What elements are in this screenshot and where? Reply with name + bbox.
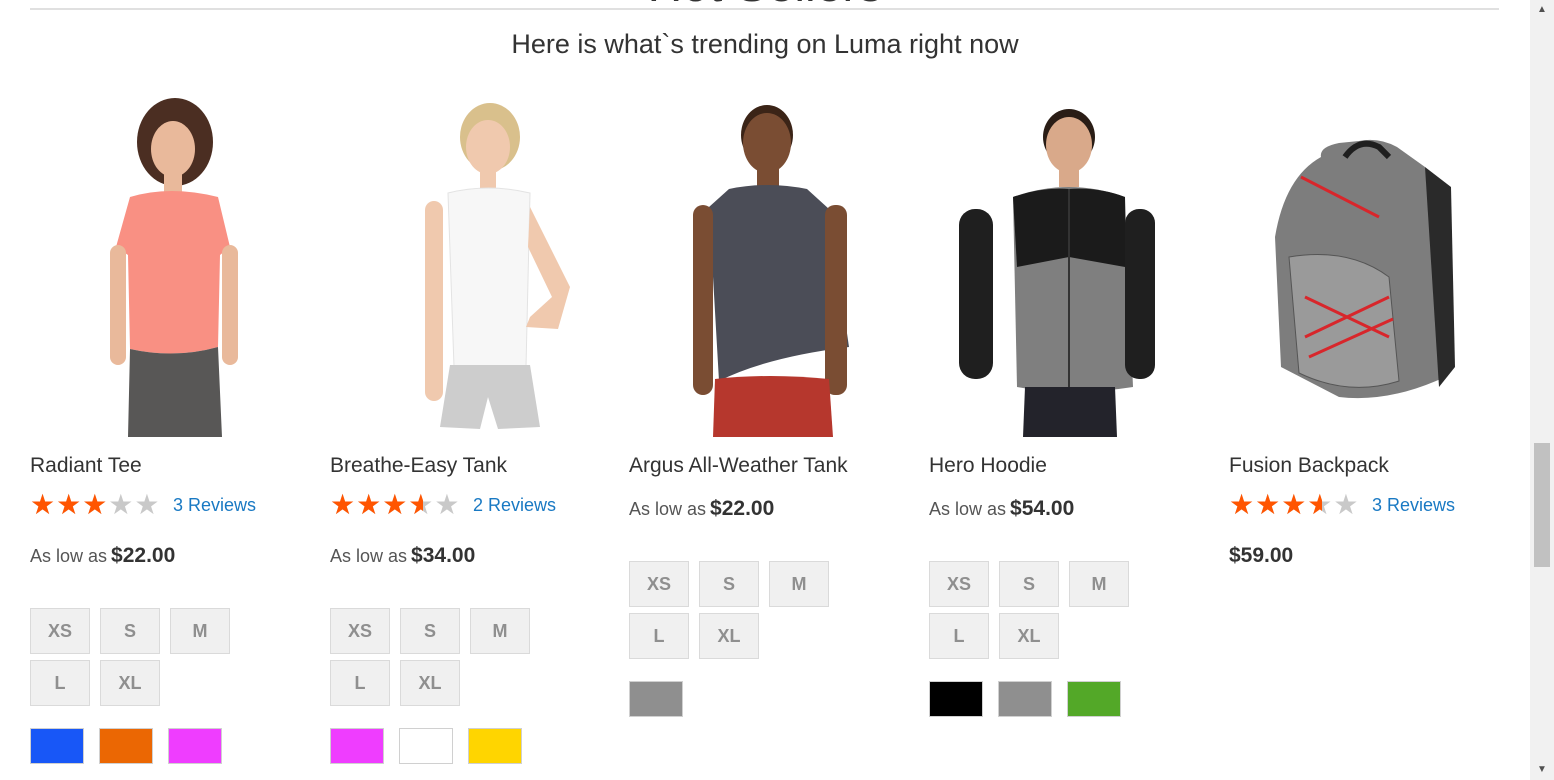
product-card-fusion-backpack: Fusion Backpack ★★★★★ ★★★★★ 3 Reviews $5…	[1229, 97, 1499, 567]
color-swatch[interactable]	[468, 728, 522, 764]
size-option-xl[interactable]: XL	[699, 613, 759, 659]
product-card-hero-hoodie: Hero Hoodie As low as $54.00 XS S M L XL	[929, 97, 1199, 717]
size-option-xs[interactable]: XS	[30, 608, 90, 654]
color-swatch[interactable]	[998, 681, 1052, 717]
reviews-link[interactable]: 3 Reviews	[173, 495, 256, 516]
product-rating: ★★★★★ ★★★★★ 3 Reviews	[1229, 491, 1455, 519]
reviews-link[interactable]: 3 Reviews	[1372, 495, 1455, 516]
size-option-m[interactable]: M	[769, 561, 829, 607]
rating-stars-filled-icon: ★★★★★	[30, 492, 110, 518]
size-option-s[interactable]: S	[100, 608, 160, 654]
rating-stars: ★★★★★ ★★★★★	[330, 491, 463, 519]
rating-stars-filled-icon: ★★★★★	[330, 492, 424, 518]
size-option-m[interactable]: M	[170, 608, 230, 654]
product-name-link[interactable]: Breathe-Easy Tank	[330, 453, 507, 479]
size-option-xs[interactable]: XS	[629, 561, 689, 607]
size-option-xl[interactable]: XL	[999, 613, 1059, 659]
price-value: $22.00	[111, 544, 176, 567]
rating-stars-filled-icon: ★★★★★	[1229, 492, 1323, 518]
section-subtitle: Here is what`s trending on Luma right no…	[511, 29, 1019, 59]
price-box: As low as $22.00	[629, 496, 774, 522]
color-swatch[interactable]	[1067, 681, 1121, 717]
price-value: $54.00	[1010, 497, 1075, 520]
color-swatch[interactable]	[30, 728, 84, 764]
price-label: As low as	[929, 499, 1007, 519]
price-value: $22.00	[710, 497, 775, 520]
scroll-down-arrow-icon[interactable]: ▼	[1530, 760, 1554, 780]
size-option-s[interactable]: S	[400, 608, 460, 654]
price-box: As low as $54.00	[929, 496, 1074, 522]
price-value: $34.00	[411, 544, 476, 567]
price-label: As low as	[629, 499, 707, 519]
size-option-s[interactable]: S	[699, 561, 759, 607]
price-box: As low as $22.00	[30, 543, 175, 569]
product-name-link[interactable]: Radiant Tee	[30, 453, 142, 479]
color-swatch[interactable]	[929, 681, 983, 717]
product-image-hero-hoodie[interactable]	[929, 97, 1199, 437]
price-value: $59.00	[1229, 544, 1294, 567]
price-label: As low as	[330, 546, 408, 566]
size-option-l[interactable]: L	[330, 660, 390, 706]
product-rating: ★★★★★ ★★★★★ 3 Reviews	[30, 491, 256, 519]
vertical-scrollbar[interactable]: ▲ ▼	[1530, 0, 1554, 780]
reviews-link[interactable]: 2 Reviews	[473, 495, 556, 516]
product-image-breathe-easy-tank[interactable]	[330, 97, 600, 437]
size-option-xl[interactable]: XL	[400, 660, 460, 706]
scroll-up-arrow-icon[interactable]: ▲	[1530, 0, 1554, 20]
product-image-radiant-tee[interactable]	[30, 97, 300, 437]
product-name-link[interactable]: Fusion Backpack	[1229, 453, 1389, 479]
product-image-argus-all-weather-tank[interactable]	[629, 97, 899, 437]
rating-stars: ★★★★★ ★★★★★	[1229, 491, 1362, 519]
product-image-fusion-backpack[interactable]	[1229, 97, 1499, 437]
product-name-link[interactable]: Hero Hoodie	[929, 453, 1047, 479]
size-option-xs[interactable]: XS	[929, 561, 989, 607]
size-option-s[interactable]: S	[999, 561, 1059, 607]
size-option-l[interactable]: L	[629, 613, 689, 659]
product-rating: ★★★★★ ★★★★★ 2 Reviews	[330, 491, 556, 519]
size-option-xl[interactable]: XL	[100, 660, 160, 706]
price-box: $59.00	[1229, 543, 1293, 569]
size-option-m[interactable]: M	[470, 608, 530, 654]
color-swatch[interactable]	[330, 728, 384, 764]
price-box: As low as $34.00	[330, 543, 475, 569]
product-card-argus-all-weather-tank: Argus All-Weather Tank As low as $22.00 X…	[629, 97, 899, 717]
color-swatch[interactable]	[168, 728, 222, 764]
hot-sellers-section: Hot Sellers Here is what`s trending on L…	[0, 0, 1530, 780]
product-name-link[interactable]: Argus All-Weather Tank	[629, 453, 848, 479]
color-swatch[interactable]	[399, 728, 453, 764]
size-option-l[interactable]: L	[30, 660, 90, 706]
rating-stars: ★★★★★ ★★★★★	[30, 491, 163, 519]
product-card-radiant-tee: Radiant Tee ★★★★★ ★★★★★ 3 Reviews As low…	[30, 97, 300, 764]
product-card-breathe-easy-tank: Breathe-Easy Tank ★★★★★ ★★★★★ 2 Reviews …	[330, 97, 600, 764]
scrollbar-thumb[interactable]	[1534, 443, 1550, 567]
color-swatch[interactable]	[629, 681, 683, 717]
section-divider	[30, 8, 1499, 10]
size-option-l[interactable]: L	[929, 613, 989, 659]
color-swatch[interactable]	[99, 728, 153, 764]
size-option-xs[interactable]: XS	[330, 608, 390, 654]
price-label: As low as	[30, 546, 108, 566]
size-option-m[interactable]: M	[1069, 561, 1129, 607]
